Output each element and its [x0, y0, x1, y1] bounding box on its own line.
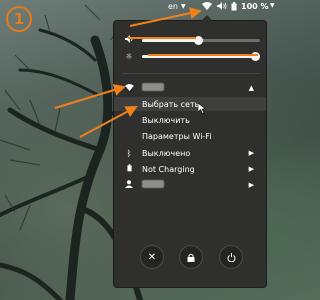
arrow-to-wifi-indicator — [129, 7, 202, 27]
arrow-to-select-network — [79, 106, 138, 138]
arrow-to-wifi-network — [54, 84, 126, 109]
annotation-arrows — [54, 7, 258, 138]
